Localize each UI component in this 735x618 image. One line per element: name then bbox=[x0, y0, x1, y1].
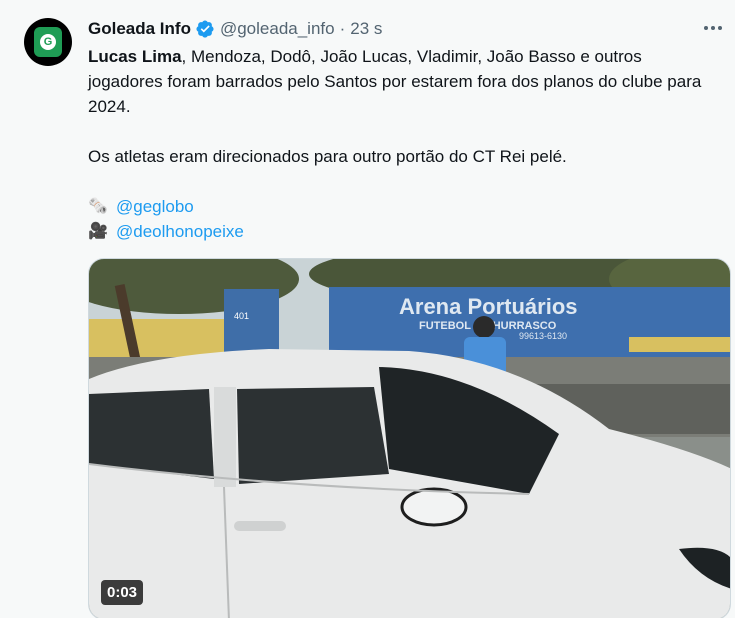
separator-dot: · bbox=[339, 19, 346, 38]
highlight-name: Lucas Lima bbox=[88, 47, 182, 66]
credit-row-1: 🗞️ @geglobo bbox=[88, 194, 718, 219]
tweet-paragraph-1: Lucas Lima, Mendoza, Dodô, João Lucas, V… bbox=[88, 44, 718, 119]
video-duration: 0:03 bbox=[101, 580, 144, 605]
tweet-header: Goleada Info @goleada_info · 23 s bbox=[88, 18, 382, 40]
goleada-logo-icon: G bbox=[34, 27, 62, 57]
avatar[interactable]: G bbox=[24, 18, 72, 66]
sign-phone: 99613-6130 bbox=[519, 331, 567, 341]
tweet-time[interactable]: 23 s bbox=[350, 19, 382, 39]
house-number: 401 bbox=[234, 311, 249, 321]
verified-badge-icon[interactable] bbox=[195, 19, 215, 39]
video-camera-icon: 🎥 bbox=[88, 223, 108, 240]
author-name[interactable]: Goleada Info bbox=[88, 19, 191, 39]
mention-link-geglobo[interactable]: @geglobo bbox=[116, 194, 194, 219]
more-options-icon[interactable] bbox=[699, 16, 727, 40]
credit-row-2: 🎥 @deolhonopeixe bbox=[88, 219, 718, 244]
sign-title: Arena Portuários bbox=[399, 294, 578, 319]
tweet-text: Lucas Lima, Mendoza, Dodô, João Lucas, V… bbox=[88, 44, 718, 244]
tweet-paragraph-2: Os atletas eram direcionados para outro … bbox=[88, 147, 567, 166]
newspaper-icon: 🗞️ bbox=[88, 198, 108, 215]
tweet-card[interactable]: G Goleada Info @goleada_info · 23 s Luca… bbox=[0, 0, 735, 618]
video-frame: 401 Arena Portuários FUTEBOL & CHURRASCO… bbox=[89, 259, 730, 618]
mention-link-deolhonopeixe[interactable]: @deolhonopeixe bbox=[116, 219, 244, 244]
author-handle[interactable]: @goleada_info bbox=[220, 19, 335, 39]
video-player[interactable]: 401 Arena Portuários FUTEBOL & CHURRASCO… bbox=[88, 258, 731, 618]
